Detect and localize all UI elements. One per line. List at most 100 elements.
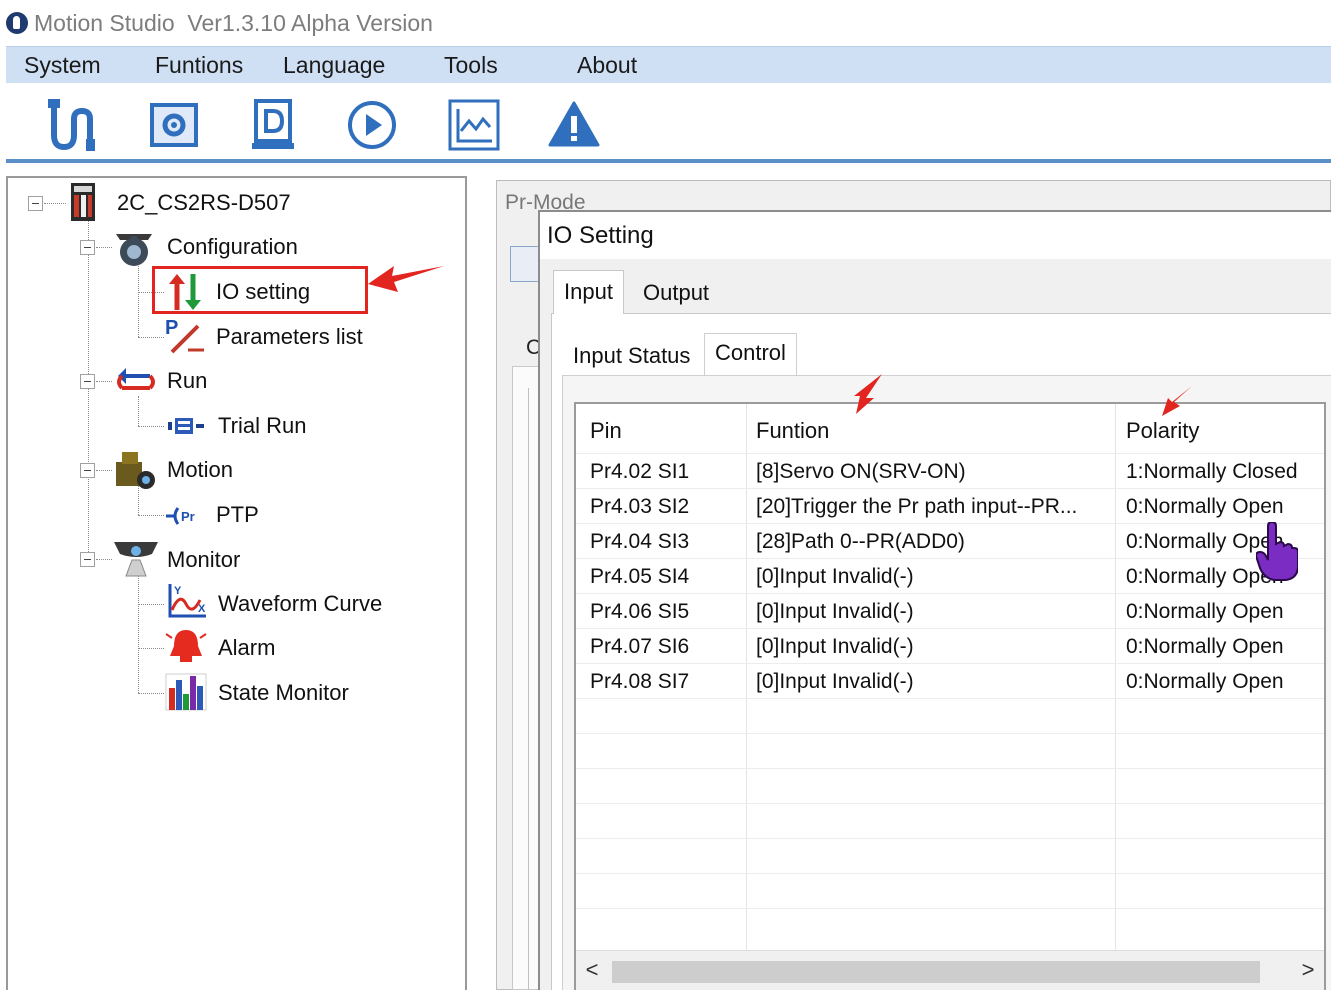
menu-bar: System Funtions Language Tools About — [6, 46, 1331, 83]
configuration-gear-icon — [116, 234, 152, 266]
parameter-settings-icon[interactable] — [146, 97, 202, 153]
warning-alarm-icon[interactable] — [546, 97, 602, 153]
cell-pin[interactable]: Pr4.07 SI6 — [590, 635, 689, 659]
tree-trial-run-label[interactable]: Trial Run — [218, 413, 306, 439]
row-divider — [576, 453, 1324, 454]
collapse-run-toggle[interactable] — [80, 374, 95, 389]
row-divider — [576, 768, 1324, 769]
red-pointer-arrow-icon — [854, 374, 882, 414]
collapse-monitor-toggle[interactable] — [80, 552, 95, 567]
tree-connector — [88, 218, 89, 560]
menu-language[interactable]: Language — [283, 52, 385, 79]
row-divider — [576, 593, 1324, 594]
motion-icon — [116, 452, 155, 489]
menu-funtions[interactable]: Funtions — [155, 52, 243, 79]
tree-alarm-label[interactable]: Alarm — [218, 635, 275, 661]
play-run-icon[interactable] — [344, 97, 400, 153]
row-divider — [576, 908, 1324, 909]
cell-funtion[interactable]: [0]Input Invalid(-) — [756, 600, 914, 624]
parameters-list-icon: P — [165, 317, 204, 354]
cell-pin[interactable]: Pr4.02 SI1 — [590, 460, 689, 484]
document-d-icon[interactable] — [246, 97, 302, 153]
column-header-polarity[interactable]: Polarity — [1126, 418, 1199, 444]
tree-connector — [138, 648, 164, 649]
scroll-left-arrow[interactable]: < — [580, 957, 604, 983]
tree-state-monitor-label[interactable]: State Monitor — [218, 680, 349, 706]
tree-motion-label[interactable]: Motion — [167, 457, 233, 483]
menu-about[interactable]: About — [577, 52, 637, 79]
cell-polarity[interactable]: 0:Normally Open — [1126, 495, 1284, 519]
monitor-icon — [114, 542, 158, 577]
tree-root-label[interactable]: 2C_CS2RS-D507 — [117, 190, 291, 216]
horizontal-scrollbar[interactable]: < > — [576, 950, 1324, 990]
tab-input-status[interactable]: Input Status — [563, 337, 700, 375]
red-pointer-arrow-icon — [368, 266, 444, 292]
tree-connector — [138, 575, 139, 693]
drive-device-icon — [71, 183, 95, 221]
row-divider — [576, 803, 1324, 804]
tree-connector — [44, 203, 66, 204]
io-setting-highlight-box — [152, 266, 368, 314]
tab-input[interactable]: Input — [553, 270, 624, 314]
column-divider — [1115, 404, 1116, 950]
tree-connector — [138, 396, 139, 426]
cell-pin[interactable]: Pr4.08 SI7 — [590, 670, 689, 694]
cell-pin[interactable]: Pr4.03 SI2 — [590, 495, 689, 519]
cell-funtion[interactable]: [0]Input Invalid(-) — [756, 565, 914, 589]
cell-polarity[interactable]: 1:Normally Closed — [1126, 460, 1298, 484]
cell-funtion[interactable]: [8]Servo ON(SRV-ON) — [756, 460, 966, 484]
dialog-title: IO Setting — [547, 222, 654, 249]
cell-pin[interactable]: Pr4.04 SI3 — [590, 530, 689, 554]
svg-text:P: P — [165, 317, 178, 339]
state-monitor-icon — [165, 673, 207, 711]
tree-connector — [138, 604, 164, 605]
waveform-curve-icon: Y X — [168, 584, 206, 618]
tree-connector — [138, 262, 139, 337]
collapse-root-toggle[interactable] — [28, 196, 43, 211]
scrollbar-thumb[interactable] — [612, 961, 1260, 983]
io-control-table: Pin Funtion Polarity Pr4.02 SI1 [8]Servo… — [574, 402, 1326, 990]
column-divider — [746, 404, 747, 950]
tree-monitor-label[interactable]: Monitor — [167, 547, 240, 573]
tree-connector — [138, 515, 164, 516]
cell-funtion[interactable]: [0]Input Invalid(-) — [756, 670, 914, 694]
tree-run-label[interactable]: Run — [167, 368, 207, 394]
cell-polarity[interactable]: 0:Normally Open — [1126, 670, 1284, 694]
row-divider — [576, 838, 1324, 839]
tree-ptp-label[interactable]: PTP — [216, 502, 259, 528]
column-header-funtion[interactable]: Funtion — [756, 418, 829, 444]
run-loop-icon — [117, 368, 155, 390]
collapse-configuration-toggle[interactable] — [80, 240, 95, 255]
motion-studio-logo-icon — [6, 12, 28, 34]
cell-pin[interactable]: Pr4.05 SI4 — [590, 565, 689, 589]
toolbar — [6, 83, 1331, 163]
tree-connector — [138, 337, 164, 338]
cell-funtion[interactable]: [0]Input Invalid(-) — [756, 635, 914, 659]
tab-output[interactable]: Output — [633, 272, 719, 312]
row-divider — [576, 488, 1324, 489]
column-header-pin[interactable]: Pin — [590, 418, 622, 444]
connect-cable-icon[interactable] — [46, 97, 102, 153]
tree-configuration-label[interactable]: Configuration — [167, 234, 298, 260]
tree-connector — [138, 426, 164, 427]
tree-parameters-list-label[interactable]: Parameters list — [216, 324, 363, 350]
menu-system[interactable]: System — [24, 52, 101, 79]
cell-funtion[interactable]: [20]Trigger the Pr path input--PR... — [756, 495, 1077, 519]
menu-tools[interactable]: Tools — [444, 52, 498, 79]
title-bar: Motion Studio Ver1.3.10 Alpha Version — [0, 0, 1331, 46]
svg-text:Pr: Pr — [181, 509, 195, 524]
scroll-right-arrow[interactable]: > — [1296, 957, 1320, 983]
tab-control[interactable]: Control — [704, 333, 797, 375]
row-divider — [576, 663, 1324, 664]
cell-polarity[interactable]: 0:Normally Open — [1126, 600, 1284, 624]
cell-polarity[interactable]: 0:Normally Open — [1126, 635, 1284, 659]
row-divider — [576, 698, 1324, 699]
cell-funtion[interactable]: [28]Path 0--PR(ADD0) — [756, 530, 965, 554]
tree-connector — [96, 559, 112, 560]
tree-waveform-curve-label[interactable]: Waveform Curve — [218, 591, 382, 617]
svg-text:X: X — [198, 603, 206, 615]
row-divider — [576, 558, 1324, 559]
cell-pin[interactable]: Pr4.06 SI5 — [590, 600, 689, 624]
waveform-chart-icon[interactable] — [446, 97, 502, 153]
collapse-motion-toggle[interactable] — [80, 463, 95, 478]
